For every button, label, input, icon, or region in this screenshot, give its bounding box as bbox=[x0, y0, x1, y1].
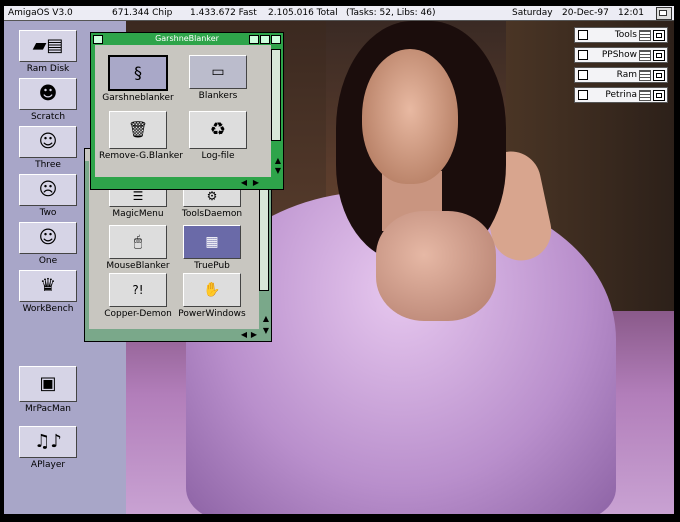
depth-icon[interactable] bbox=[653, 50, 665, 61]
scroll-up-icon[interactable]: ▲ bbox=[275, 157, 281, 165]
ram-disk-icon[interactable]: ▰▤ Ram Disk bbox=[16, 30, 80, 74]
icon-label: One bbox=[38, 256, 58, 266]
close-icon[interactable] bbox=[578, 30, 588, 40]
depth-icon[interactable] bbox=[653, 30, 665, 41]
window-title-bar[interactable]: GarshneBlanker bbox=[91, 33, 283, 45]
scroll-right-icon[interactable]: ▶ bbox=[251, 331, 257, 339]
icon-label: Two bbox=[39, 208, 57, 218]
scroll-down-icon[interactable]: ▼ bbox=[275, 167, 281, 175]
scroll-left-icon[interactable]: ◀ bbox=[241, 179, 247, 187]
chip-memory: 671.344 Chip bbox=[112, 8, 173, 18]
icon-label: Scratch bbox=[30, 112, 66, 122]
close-icon[interactable] bbox=[578, 50, 588, 60]
os-version: AmigaOS V3.0 bbox=[8, 8, 73, 18]
scroll-down-icon[interactable]: ▼ bbox=[263, 327, 269, 335]
close-icon[interactable] bbox=[93, 35, 103, 44]
dock-window-tools[interactable]: Tools bbox=[574, 27, 668, 43]
mouseblanker-icon[interactable]: 🖱 MouseBlanker bbox=[99, 225, 177, 271]
zoom-icon[interactable] bbox=[249, 35, 259, 44]
fast-memory: 1.433.672 Fast bbox=[190, 8, 257, 18]
zoom-icon[interactable] bbox=[639, 30, 651, 41]
zoom-icon[interactable] bbox=[639, 90, 651, 101]
depth-icon[interactable] bbox=[653, 70, 665, 81]
two-icon[interactable]: ☹ Two bbox=[16, 174, 80, 218]
trash-icon[interactable]: 🗑 Remove-G.Blanker bbox=[99, 111, 183, 161]
depth-icon[interactable] bbox=[260, 35, 270, 44]
zoom-icon[interactable] bbox=[639, 70, 651, 81]
powerwindows-icon[interactable]: ✋ PowerWindows bbox=[173, 273, 251, 319]
icon-label: WorkBench bbox=[22, 304, 74, 314]
zoom-icon[interactable] bbox=[639, 50, 651, 61]
day: Saturday bbox=[512, 8, 553, 18]
amiga-screen: AmigaOS V3.0 671.344 Chip 1.433.672 Fast… bbox=[4, 6, 674, 514]
scroll-right-icon[interactable]: ▶ bbox=[253, 179, 259, 187]
screen-title-bar[interactable]: AmigaOS V3.0 671.344 Chip 1.433.672 Fast… bbox=[4, 6, 674, 21]
scratch-icon[interactable]: ☻ Scratch bbox=[16, 78, 80, 122]
dock-window-ram[interactable]: Ram bbox=[574, 67, 668, 83]
tasks-libs: (Tasks: 52, Libs: 46) bbox=[346, 8, 436, 18]
copper-demon-icon[interactable]: ?! Copper-Demon bbox=[99, 273, 177, 319]
three-icon[interactable]: ☺ Three bbox=[16, 126, 80, 170]
drawer-icon[interactable]: ▭ Blankers bbox=[179, 55, 257, 101]
floppy-icon[interactable]: ▣ MrPacMan bbox=[16, 366, 80, 414]
close-icon[interactable] bbox=[578, 90, 588, 100]
magicmenu-icon[interactable]: ☰ MagicMenu bbox=[99, 185, 177, 219]
dock-window-petrina[interactable]: Petrina bbox=[574, 87, 668, 103]
snake-icon[interactable]: § Garshneblanker bbox=[99, 55, 177, 103]
screen-depth-icon[interactable] bbox=[656, 7, 672, 20]
close-icon[interactable] bbox=[578, 70, 588, 80]
icon-label: Three bbox=[35, 160, 61, 170]
depth-icon[interactable] bbox=[653, 90, 665, 101]
icon-label: APlayer bbox=[30, 460, 66, 470]
recycle-icon[interactable]: ♻ Log-file bbox=[179, 111, 257, 161]
one-icon[interactable]: ☺ One bbox=[16, 222, 80, 266]
workbench-icon[interactable]: ♛ WorkBench bbox=[16, 270, 80, 314]
icon-label: Ram Disk bbox=[26, 64, 70, 74]
dock-window-ppshow[interactable]: PPShow bbox=[574, 47, 668, 63]
total-memory: 2.105.016 Total bbox=[268, 8, 338, 18]
iconify-icon[interactable] bbox=[271, 35, 281, 44]
garshneblanker-window[interactable]: GarshneBlanker ▲ ▼ ◀ ▶ § Garshneblanker … bbox=[90, 32, 284, 190]
scroll-up-icon[interactable]: ▲ bbox=[263, 315, 269, 323]
time: 12:01 bbox=[618, 8, 644, 18]
photo-face bbox=[362, 49, 458, 184]
icon-label: MrPacMan bbox=[25, 404, 71, 414]
date: 20-Dec-97 bbox=[562, 8, 609, 18]
window-title: GarshneBlanker bbox=[155, 34, 219, 43]
garshne-vscroll-knob[interactable] bbox=[271, 49, 281, 141]
truepub-icon[interactable]: ▦ TruePub bbox=[173, 225, 251, 271]
scroll-left-icon[interactable]: ◀ bbox=[241, 331, 247, 339]
photo-chest bbox=[376, 211, 496, 321]
toolsdaemon-icon[interactable]: ⚙ ToolsDaemon bbox=[173, 185, 251, 219]
music-notes-icon[interactable]: ♫♪ APlayer bbox=[16, 426, 80, 470]
